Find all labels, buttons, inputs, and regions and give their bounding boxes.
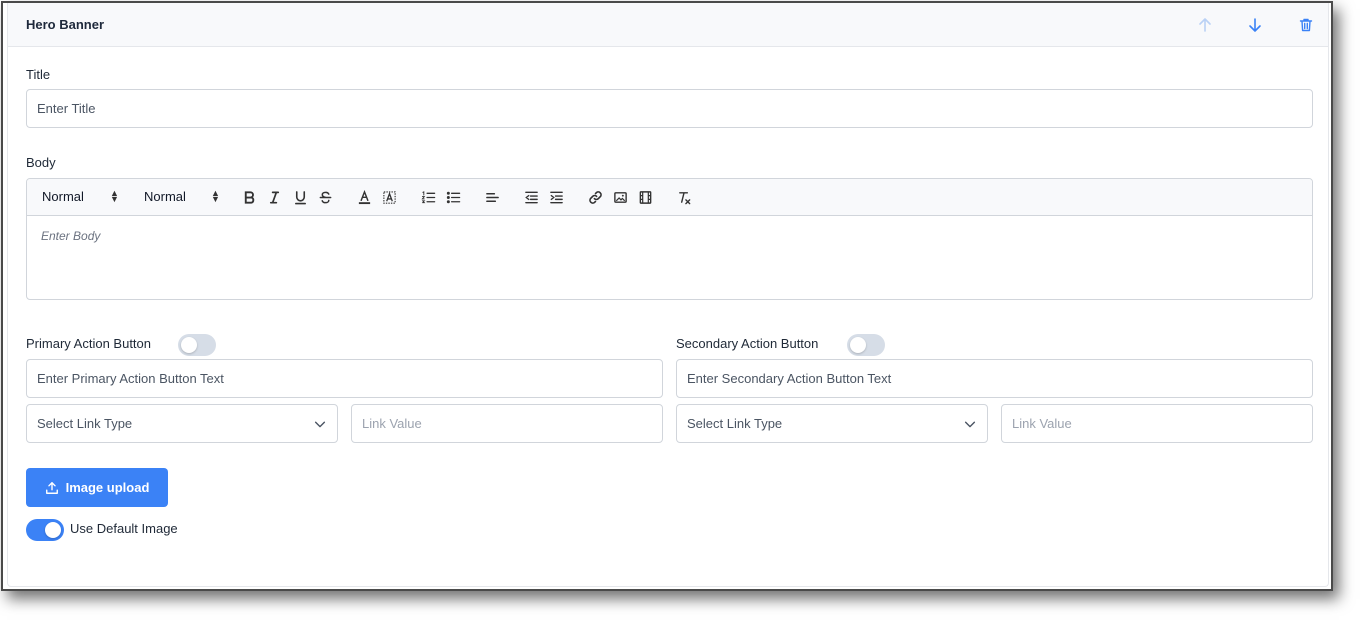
primary-action-text-input[interactable] xyxy=(26,359,663,398)
secondary-link-value-input[interactable] xyxy=(1001,404,1313,443)
arrow-down-icon xyxy=(1249,18,1261,32)
link-button[interactable] xyxy=(586,188,604,206)
secondary-link-type-value: Select Link Type xyxy=(687,416,783,431)
delete-button[interactable] xyxy=(1296,15,1316,35)
primary-action-toggle[interactable] xyxy=(178,334,216,356)
italic-button[interactable] xyxy=(265,188,283,206)
move-down-button[interactable] xyxy=(1245,15,1265,35)
background-color-button[interactable] xyxy=(380,188,398,206)
video-button[interactable] xyxy=(636,188,654,206)
secondary-action-toggle[interactable] xyxy=(847,334,885,356)
secondary-link-type-select[interactable]: Select Link Type xyxy=(676,404,988,443)
clean-format-button[interactable] xyxy=(675,188,693,206)
image-upload-label: Image upload xyxy=(65,480,150,495)
body-placeholder[interactable]: Enter Body xyxy=(41,229,100,243)
strikethrough-button[interactable] xyxy=(316,188,334,206)
body-editor: Normal ▲ ▼ Normal ▲ ▼ Enter Body xyxy=(26,178,1313,300)
ordered-list-button[interactable] xyxy=(419,188,437,206)
indent-icon xyxy=(549,191,563,203)
upload-icon xyxy=(45,481,58,494)
primary-link-value-input[interactable] xyxy=(351,404,663,443)
select-arrows-icon: ▲ ▼ xyxy=(211,188,220,204)
underline-icon xyxy=(294,190,306,204)
header-select[interactable]: Normal ▲ ▼ xyxy=(42,188,122,205)
bullet-list-icon xyxy=(446,191,460,203)
bullet-list-button[interactable] xyxy=(444,188,462,206)
panel-header: Hero Banner xyxy=(8,3,1328,47)
bold-button[interactable] xyxy=(240,188,258,206)
chevron-down-icon xyxy=(314,421,326,427)
select-arrows-icon: ▲ ▼ xyxy=(110,188,119,204)
toggle-knob xyxy=(181,337,197,353)
strikethrough-icon xyxy=(319,191,331,203)
body-label: Body xyxy=(26,155,56,170)
use-default-image-label: Use Default Image xyxy=(70,521,178,536)
secondary-action-text-input[interactable] xyxy=(676,359,1313,398)
chevron-down-icon xyxy=(964,421,976,427)
bold-icon xyxy=(244,190,254,204)
title-label: Title xyxy=(26,67,51,82)
arrow-up-icon xyxy=(1199,18,1211,32)
background-color-icon xyxy=(382,190,396,204)
editor-toolbar: Normal ▲ ▼ Normal ▲ ▼ xyxy=(27,179,1312,216)
image-icon xyxy=(613,191,627,203)
underline-button[interactable] xyxy=(291,188,309,206)
video-icon xyxy=(639,190,651,204)
toggle-knob xyxy=(850,337,866,353)
clean-format-icon xyxy=(678,191,690,204)
window-frame: Hero Banner Title Body Normal ▲▼ xyxy=(1,1,1333,591)
trash-icon xyxy=(1299,18,1313,32)
use-default-image-toggle[interactable] xyxy=(26,519,64,541)
align-left-button[interactable] xyxy=(483,188,501,206)
italic-icon xyxy=(269,191,279,203)
hero-banner-panel: Hero Banner Title Body Normal ▲▼ xyxy=(7,3,1329,587)
secondary-action-label: Secondary Action Button xyxy=(676,336,819,351)
ordered-list-icon xyxy=(420,190,435,203)
primary-link-type-select[interactable]: Select Link Type xyxy=(26,404,338,443)
link-icon xyxy=(588,190,602,204)
indent-button[interactable] xyxy=(547,188,565,206)
primary-link-type-value: Select Link Type xyxy=(37,416,133,431)
primary-action-label: Primary Action Button xyxy=(26,336,151,351)
header-select-value: Normal xyxy=(42,189,84,204)
image-upload-button[interactable]: Image upload xyxy=(26,468,168,507)
image-button[interactable] xyxy=(611,188,629,206)
size-select[interactable]: Normal ▲ ▼ xyxy=(144,188,224,205)
text-color-button[interactable] xyxy=(355,188,373,206)
move-up-button[interactable] xyxy=(1195,15,1215,35)
text-color-icon xyxy=(358,189,370,204)
toggle-knob xyxy=(45,522,61,538)
size-select-value: Normal xyxy=(144,189,186,204)
align-left-icon xyxy=(485,192,499,202)
outdent-icon xyxy=(524,191,538,203)
title-input[interactable] xyxy=(26,89,1313,128)
panel-title: Hero Banner xyxy=(26,17,105,32)
outdent-button[interactable] xyxy=(522,188,540,206)
